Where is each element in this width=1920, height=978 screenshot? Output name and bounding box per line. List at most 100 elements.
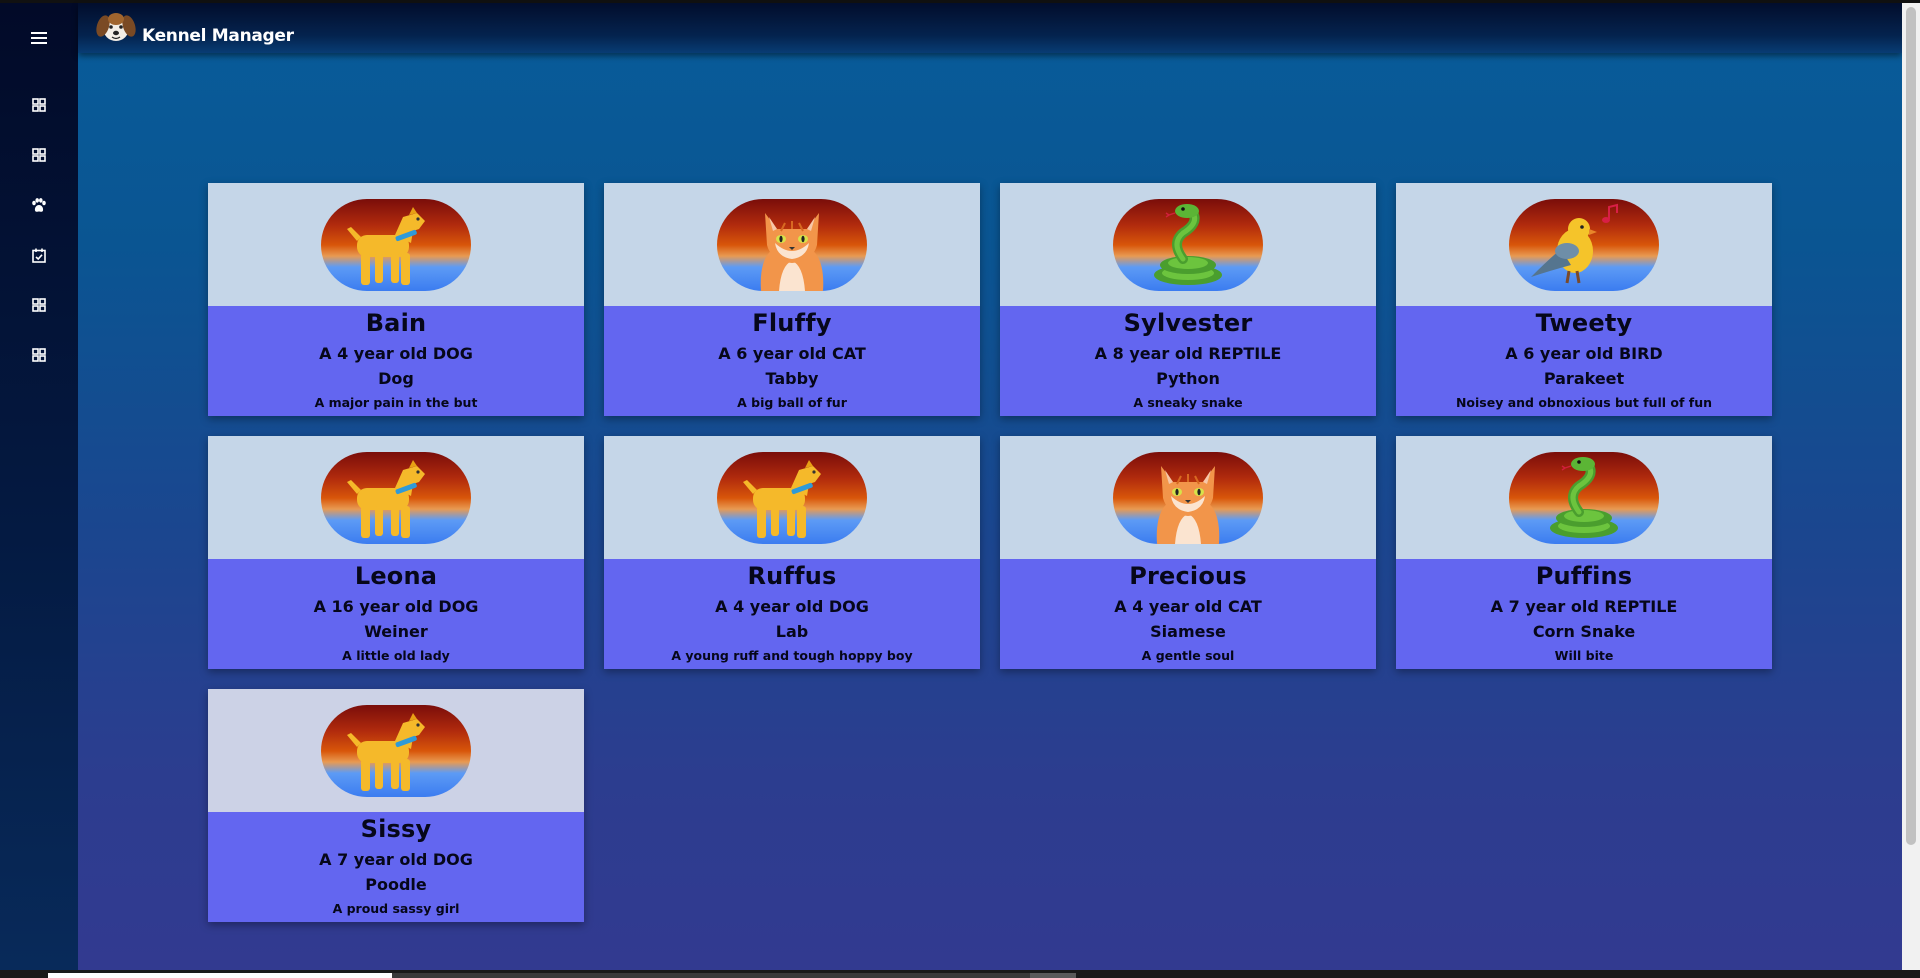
pet-description: A proud sassy girl — [332, 901, 460, 916]
app-title: Kennel Manager — [142, 26, 294, 46]
pet-card[interactable]: Fluffy A 6 year old CAT Tabby A big ball… — [604, 183, 980, 416]
pet-image-area — [208, 689, 584, 812]
pet-image-pill — [717, 198, 867, 291]
pet-image-pill — [1509, 198, 1659, 291]
pet-description: Noisey and obnoxious but full of fun — [1455, 395, 1713, 410]
pet-name: Precious — [1129, 562, 1247, 590]
sidebar-item-paw-icon[interactable] — [24, 192, 54, 218]
pet-description: A sneaky snake — [1133, 395, 1243, 410]
pet-age: A 6 year old BIRD — [1505, 344, 1663, 363]
pet-info: Sylvester A 8 year old REPTILE Python A … — [1000, 306, 1376, 416]
cat-icon — [760, 212, 824, 291]
pet-info: Tweety A 6 year old BIRD Parakeet Noisey… — [1396, 306, 1772, 416]
taskbar-segment — [392, 973, 1032, 978]
pet-card[interactable]: Ruffus A 4 year old DOG Lab A young ruff… — [604, 436, 980, 669]
cat-icon — [1156, 465, 1220, 544]
pet-card-grid: Bain A 4 year old DOG Dog A major pain i… — [208, 183, 1772, 922]
pet-card[interactable]: Sissy A 7 year old DOG Poodle A proud sa… — [208, 689, 584, 922]
pet-info: Puffins A 7 year old REPTILE Corn Snake … — [1396, 559, 1772, 669]
sidebar-item-calendar-check-icon[interactable] — [24, 242, 54, 268]
pet-image-area — [208, 436, 584, 559]
snake-icon — [1550, 456, 1618, 538]
sidebar-item-grid-icon[interactable] — [24, 342, 54, 368]
hamburger-menu-icon[interactable] — [24, 25, 54, 51]
pet-card[interactable]: Puffins A 7 year old REPTILE Corn Snake … — [1396, 436, 1772, 669]
pet-image-area — [604, 436, 980, 559]
snake-icon — [1154, 203, 1222, 285]
pet-breed: Dog — [378, 369, 414, 388]
bottom-taskbar-strip — [0, 970, 1920, 978]
pet-image-pill — [1113, 198, 1263, 291]
pet-info: Fluffy A 6 year old CAT Tabby A big ball… — [604, 306, 980, 416]
bird-icon — [1531, 203, 1618, 283]
pet-name: Bain — [365, 309, 427, 337]
pet-image-pill — [717, 451, 867, 544]
pet-image-area — [1000, 183, 1376, 306]
dog-face-icon — [96, 10, 136, 44]
pet-image-pill — [1113, 451, 1263, 544]
dog-icon — [347, 459, 425, 538]
pet-name: Sylvester — [1123, 309, 1253, 337]
pet-breed: Poodle — [365, 875, 427, 894]
dog-icon — [347, 206, 425, 285]
sidebar-item-grid-icon[interactable] — [24, 142, 54, 168]
pet-info: Leona A 16 year old DOG Weiner A little … — [208, 559, 584, 669]
dog-icon — [743, 459, 821, 538]
pet-info: Ruffus A 4 year old DOG Lab A young ruff… — [604, 559, 980, 669]
pet-name: Leona — [354, 562, 438, 590]
pet-age: A 4 year old CAT — [1114, 597, 1262, 616]
pet-info: Sissy A 7 year old DOG Poodle A proud sa… — [208, 812, 584, 922]
pet-name: Fluffy — [752, 309, 832, 337]
pet-age: A 16 year old DOG — [313, 597, 479, 616]
pet-breed: Weiner — [364, 622, 428, 641]
pet-age: A 7 year old REPTILE — [1490, 597, 1678, 616]
pet-image-pill — [321, 451, 471, 544]
pet-card[interactable]: Precious A 4 year old CAT Siamese A gent… — [1000, 436, 1376, 669]
pet-image-pill — [321, 198, 471, 291]
pet-image-area — [1396, 436, 1772, 559]
pet-age: A 4 year old DOG — [319, 344, 473, 363]
pet-description: A gentle soul — [1141, 648, 1235, 663]
pet-image-area — [1396, 183, 1772, 306]
pet-description: A little old lady — [342, 648, 450, 663]
pet-image-pill — [321, 704, 471, 797]
sidebar — [0, 3, 78, 970]
pet-description: A young ruff and tough hoppy boy — [671, 648, 913, 663]
pet-card[interactable]: Bain A 4 year old DOG Dog A major pain i… — [208, 183, 584, 416]
taskbar-segment — [48, 973, 392, 978]
pet-description: Will bite — [1554, 648, 1614, 663]
dog-icon — [347, 712, 425, 791]
pet-card[interactable]: Tweety A 6 year old BIRD Parakeet Noisey… — [1396, 183, 1772, 416]
app-bar: Kennel Manager — [78, 3, 1902, 53]
sidebar-item-grid-icon[interactable] — [24, 292, 54, 318]
pet-card[interactable]: Leona A 16 year old DOG Weiner A little … — [208, 436, 584, 669]
taskbar-segment — [1030, 973, 1076, 978]
vertical-scrollbar[interactable] — [1902, 3, 1920, 970]
pet-image-pill — [1509, 451, 1659, 544]
pet-age: A 7 year old DOG — [319, 850, 473, 869]
pet-name: Puffins — [1535, 562, 1633, 590]
pet-breed: Parakeet — [1543, 369, 1625, 388]
pet-description: A major pain in the but — [314, 395, 478, 410]
main-content: Kennel Manager Bain A 4 year old DOG Dog… — [78, 3, 1902, 970]
pet-name: Ruffus — [747, 562, 837, 590]
pet-image-area — [604, 183, 980, 306]
pet-image-area — [1000, 436, 1376, 559]
pet-info: Bain A 4 year old DOG Dog A major pain i… — [208, 306, 584, 416]
pet-age: A 4 year old DOG — [715, 597, 869, 616]
pet-breed: Python — [1156, 369, 1220, 388]
pet-breed: Lab — [775, 622, 809, 641]
pet-breed: Corn Snake — [1532, 622, 1636, 641]
pet-age: A 8 year old REPTILE — [1094, 344, 1282, 363]
sidebar-item-grid-icon[interactable] — [24, 92, 54, 118]
scrollbar-thumb[interactable] — [1906, 7, 1916, 845]
pet-name: Sissy — [360, 815, 432, 843]
pet-breed: Siamese — [1150, 622, 1226, 641]
pet-info: Precious A 4 year old CAT Siamese A gent… — [1000, 559, 1376, 669]
pet-breed: Tabby — [765, 369, 819, 388]
pet-age: A 6 year old CAT — [718, 344, 866, 363]
pet-description: A big ball of fur — [737, 395, 847, 410]
pet-image-area — [208, 183, 584, 306]
pet-name: Tweety — [1535, 309, 1633, 337]
pet-card[interactable]: Sylvester A 8 year old REPTILE Python A … — [1000, 183, 1376, 416]
